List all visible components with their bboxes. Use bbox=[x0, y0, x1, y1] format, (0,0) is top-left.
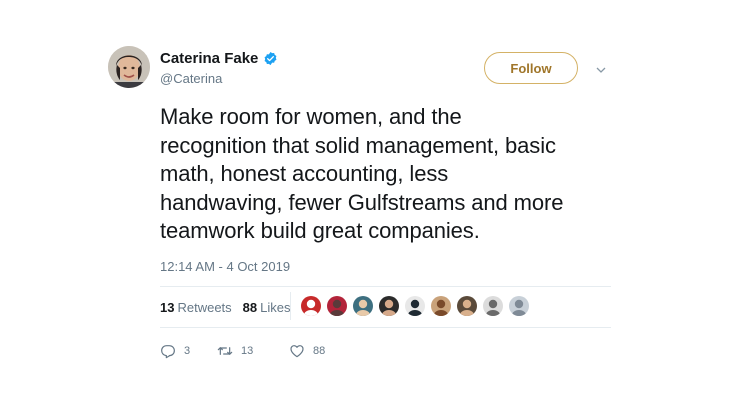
like-count: 88 bbox=[313, 345, 326, 357]
profile-photo-icon bbox=[108, 46, 150, 88]
verified-badge-icon bbox=[264, 51, 277, 66]
tweet-text-line: teamwork build great companies. bbox=[160, 218, 480, 243]
likes-label: Likes bbox=[260, 300, 291, 315]
avatar-icon bbox=[405, 296, 425, 316]
avatar-icon bbox=[353, 296, 373, 316]
tweet-card: Caterina Fake @Caterina Follow Make room… bbox=[0, 0, 737, 415]
liker-avatars bbox=[300, 295, 534, 317]
liker-avatar[interactable] bbox=[430, 295, 452, 317]
author-name-row: Caterina Fake bbox=[160, 50, 278, 67]
liker-avatar[interactable] bbox=[508, 295, 530, 317]
tweet-text-line: Make room for women, and the bbox=[160, 104, 462, 129]
divider bbox=[160, 286, 611, 287]
tweet-text-line: math, honest accounting, less bbox=[160, 161, 449, 186]
follow-button[interactable]: Follow bbox=[484, 52, 578, 84]
tweet-text-line: recognition that solid management, basic bbox=[160, 132, 556, 158]
tweet-text-line: handwaving, fewer Gulfstreams and more bbox=[160, 189, 564, 215]
liker-avatar[interactable] bbox=[352, 295, 374, 317]
retweets-count: 13 bbox=[160, 300, 175, 315]
avatar-icon bbox=[483, 296, 503, 316]
liker-avatar[interactable] bbox=[456, 295, 478, 317]
retweets-stat[interactable]: 13 Retweets bbox=[160, 300, 232, 315]
avatar-icon bbox=[327, 296, 347, 316]
avatar-icon bbox=[431, 296, 451, 316]
author-handle[interactable]: @Caterina bbox=[160, 71, 222, 86]
divider bbox=[160, 327, 611, 328]
tweet-text: Make room for women, and the recognition… bbox=[160, 103, 630, 246]
tweet-stats: 13 Retweets 88 Likes bbox=[160, 300, 291, 315]
liker-avatar[interactable] bbox=[482, 295, 504, 317]
retweet-button[interactable]: 13 bbox=[217, 343, 289, 359]
retweet-icon bbox=[217, 347, 233, 355]
liker-avatar[interactable] bbox=[326, 295, 348, 317]
liker-avatar[interactable] bbox=[404, 295, 426, 317]
retweet-count: 13 bbox=[241, 345, 254, 357]
chevron-down-icon[interactable] bbox=[596, 66, 606, 74]
liker-avatar[interactable] bbox=[300, 295, 322, 317]
heart-icon bbox=[290, 345, 304, 358]
likes-stat[interactable]: 88 Likes bbox=[243, 300, 291, 315]
avatar-icon bbox=[457, 296, 477, 316]
stats-separator bbox=[290, 292, 291, 320]
tweet-timestamp[interactable]: 12:14 AM - 4 Oct 2019 bbox=[160, 259, 290, 274]
like-button[interactable]: 88 bbox=[289, 343, 325, 359]
avatar-icon bbox=[379, 296, 399, 316]
reply-icon bbox=[161, 345, 175, 359]
avatar-icon bbox=[301, 296, 321, 316]
reply-button[interactable]: 3 bbox=[160, 343, 217, 359]
likes-count: 88 bbox=[242, 300, 258, 315]
retweets-label: Retweets bbox=[177, 300, 232, 315]
author-display-name[interactable]: Caterina Fake bbox=[160, 50, 258, 67]
liker-avatar[interactable] bbox=[378, 295, 400, 317]
avatar-icon bbox=[509, 296, 529, 316]
tweet-actions: 3 13 88 bbox=[160, 343, 325, 359]
reply-count: 3 bbox=[184, 345, 191, 357]
author-avatar[interactable] bbox=[108, 46, 150, 88]
